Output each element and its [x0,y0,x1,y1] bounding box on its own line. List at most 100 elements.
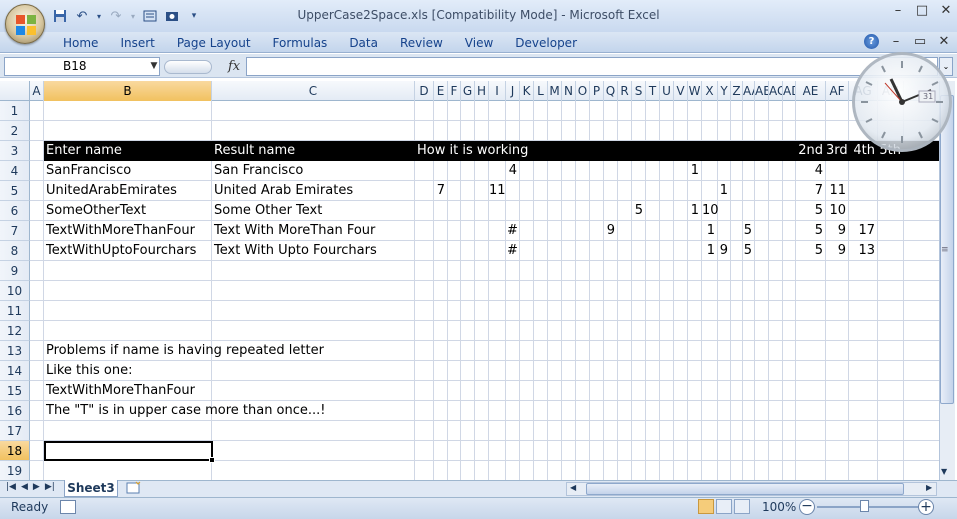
cell-ag8[interactable]: 13 [849,241,878,261]
cell-af8[interactable]: 9 [826,241,849,261]
next-sheet-icon[interactable]: ▶ [33,482,40,492]
cell-b3[interactable]: Enter name [44,141,122,161]
workbook-close-icon[interactable]: ✕ [937,34,951,49]
cell-af6[interactable]: 10 [826,201,849,221]
gridline [30,300,939,301]
cell-b14[interactable]: Like this one: [44,361,132,381]
row-header-13[interactable]: 13 [0,341,30,361]
cell-b15[interactable]: TextWithMoreThanFour [44,381,195,401]
row-header-14[interactable]: 14 [0,361,30,381]
macro-recording-icon[interactable] [60,500,76,514]
cell-c5[interactable]: United Arab Emirates [212,181,353,201]
row-header-5[interactable]: 5 [0,181,30,201]
prev-sheet-icon[interactable]: ◀ [21,482,28,492]
cell-j7[interactable]: # [506,221,518,241]
cell-af5[interactable]: 11 [826,181,849,201]
zoom-slider-thumb[interactable] [860,500,869,512]
cell-b4[interactable]: SanFrancisco [44,161,131,181]
row-header-6[interactable]: 6 [0,201,30,221]
cell-b5[interactable]: UnitedArabEmirates [44,181,177,201]
status-ready: Ready [11,500,49,514]
gridline [30,280,939,281]
cell-c7[interactable]: Text With MoreThan Four [212,221,375,241]
cell-b7[interactable]: TextWithMoreThanFour [44,221,195,241]
excel-window: UpperCase2Space.xls [Compatibility Mode]… [0,0,957,519]
cell-d3[interactable]: How it is working [415,141,528,161]
row-header-9[interactable]: 9 [0,261,30,281]
cell-c6[interactable]: Some Other Text [212,201,322,221]
cell-b16[interactable]: The "T" is in upper case more than once.… [44,401,326,421]
zoom-out-icon[interactable]: − [799,499,815,515]
row-header-16[interactable]: 16 [0,401,30,421]
row-header-15[interactable]: 15 [0,381,30,401]
cell-b8[interactable]: TextWithUptoFourchars [44,241,196,261]
horizontal-scroll-thumb[interactable] [586,483,904,495]
cell-ae5[interactable]: 7 [796,181,826,201]
row-header-7[interactable]: 7 [0,221,30,241]
row-header-4[interactable]: 4 [0,161,30,181]
row-header-3[interactable]: 3 [0,141,30,161]
row-header-11[interactable]: 11 [0,301,30,321]
cell-b6[interactable]: SomeOtherText [44,201,146,221]
cell-ae7[interactable]: 5 [796,221,826,241]
zoom-level[interactable]: 100% [762,500,796,514]
row-header-17[interactable]: 17 [0,421,30,441]
row-header-12[interactable]: 12 [0,321,30,341]
cell-w6[interactable]: 1 [688,201,702,221]
row-header-18[interactable]: 18 [0,441,30,461]
cell-c3[interactable]: Result name [212,141,295,161]
cell-j8[interactable]: # [506,241,518,261]
cell-af7[interactable]: 9 [826,221,849,241]
normal-view-icon[interactable] [698,499,714,514]
cell-ae8[interactable]: 5 [796,241,826,261]
cell-ae4[interactable]: 4 [796,161,826,181]
cell-q7[interactable]: 9 [604,221,618,241]
cell-c8[interactable]: Text With Upto Fourchars [212,241,377,261]
cell-af3[interactable]: 3rd [826,141,849,161]
cell-x8[interactable]: 1 [702,241,718,261]
cell-x6[interactable]: 10 [702,201,719,221]
view-buttons [698,499,750,514]
sheet-navigation: |◀ ◀ ▶ ▶| [6,482,55,492]
cell-e5[interactable]: 7 [434,181,448,201]
scroll-down-icon[interactable]: ▼ [941,467,947,476]
cell-ae6[interactable]: 5 [796,201,826,221]
cell-ag7[interactable]: 17 [849,221,878,241]
gridline [30,320,939,321]
insert-sheet-icon[interactable] [126,481,144,495]
row-header-10[interactable]: 10 [0,281,30,301]
cell-y5[interactable]: 1 [718,181,731,201]
clock-date: 31 [923,92,934,101]
row-header-8[interactable]: 8 [0,241,30,261]
row-header-1[interactable]: 1 [0,101,30,121]
row-header-2[interactable]: 2 [0,121,30,141]
scroll-left-icon[interactable]: ◀ [570,483,576,492]
clock-face-icon [861,61,943,143]
cell-x7[interactable]: 1 [702,221,718,241]
scroll-right-icon[interactable]: ▶ [926,483,932,492]
cell-aa7[interactable]: 5 [743,221,755,241]
zoom-slider[interactable] [817,506,921,508]
zoom-in-icon[interactable]: + [918,499,934,515]
cell-b13[interactable]: Problems if name is having repeated lett… [44,341,324,361]
cell-aa8[interactable]: 5 [743,241,755,261]
fill-handle[interactable] [209,457,215,463]
first-sheet-icon[interactable]: |◀ [6,482,16,492]
cell-i5[interactable]: 11 [489,181,506,201]
cell-j4[interactable]: 4 [506,161,520,181]
cell-s6[interactable]: 5 [632,201,646,221]
cell-y8[interactable]: 9 [718,241,731,261]
cell-c4[interactable]: San Francisco [212,161,303,181]
page-layout-view-icon[interactable] [716,499,732,514]
page-break-view-icon[interactable] [734,499,750,514]
close-icon[interactable]: ✕ [939,4,953,18]
last-sheet-icon[interactable]: ▶| [45,482,55,492]
office-button[interactable] [5,4,45,44]
cell-ae3[interactable]: 2nd [796,141,826,161]
active-cell-b18[interactable] [44,441,213,461]
cell-w4[interactable]: 1 [688,161,702,181]
sheet-tab-active[interactable]: Sheet3 [64,480,118,497]
desktop-clock-gadget: 31 [852,52,952,152]
row-header-19[interactable]: 19 [0,461,30,480]
grid-layer: 1 2 3 4 5 6 7 8 9 10 11 12 13 14 15 16 17 18 19 Enter name R… [0,0,939,480]
